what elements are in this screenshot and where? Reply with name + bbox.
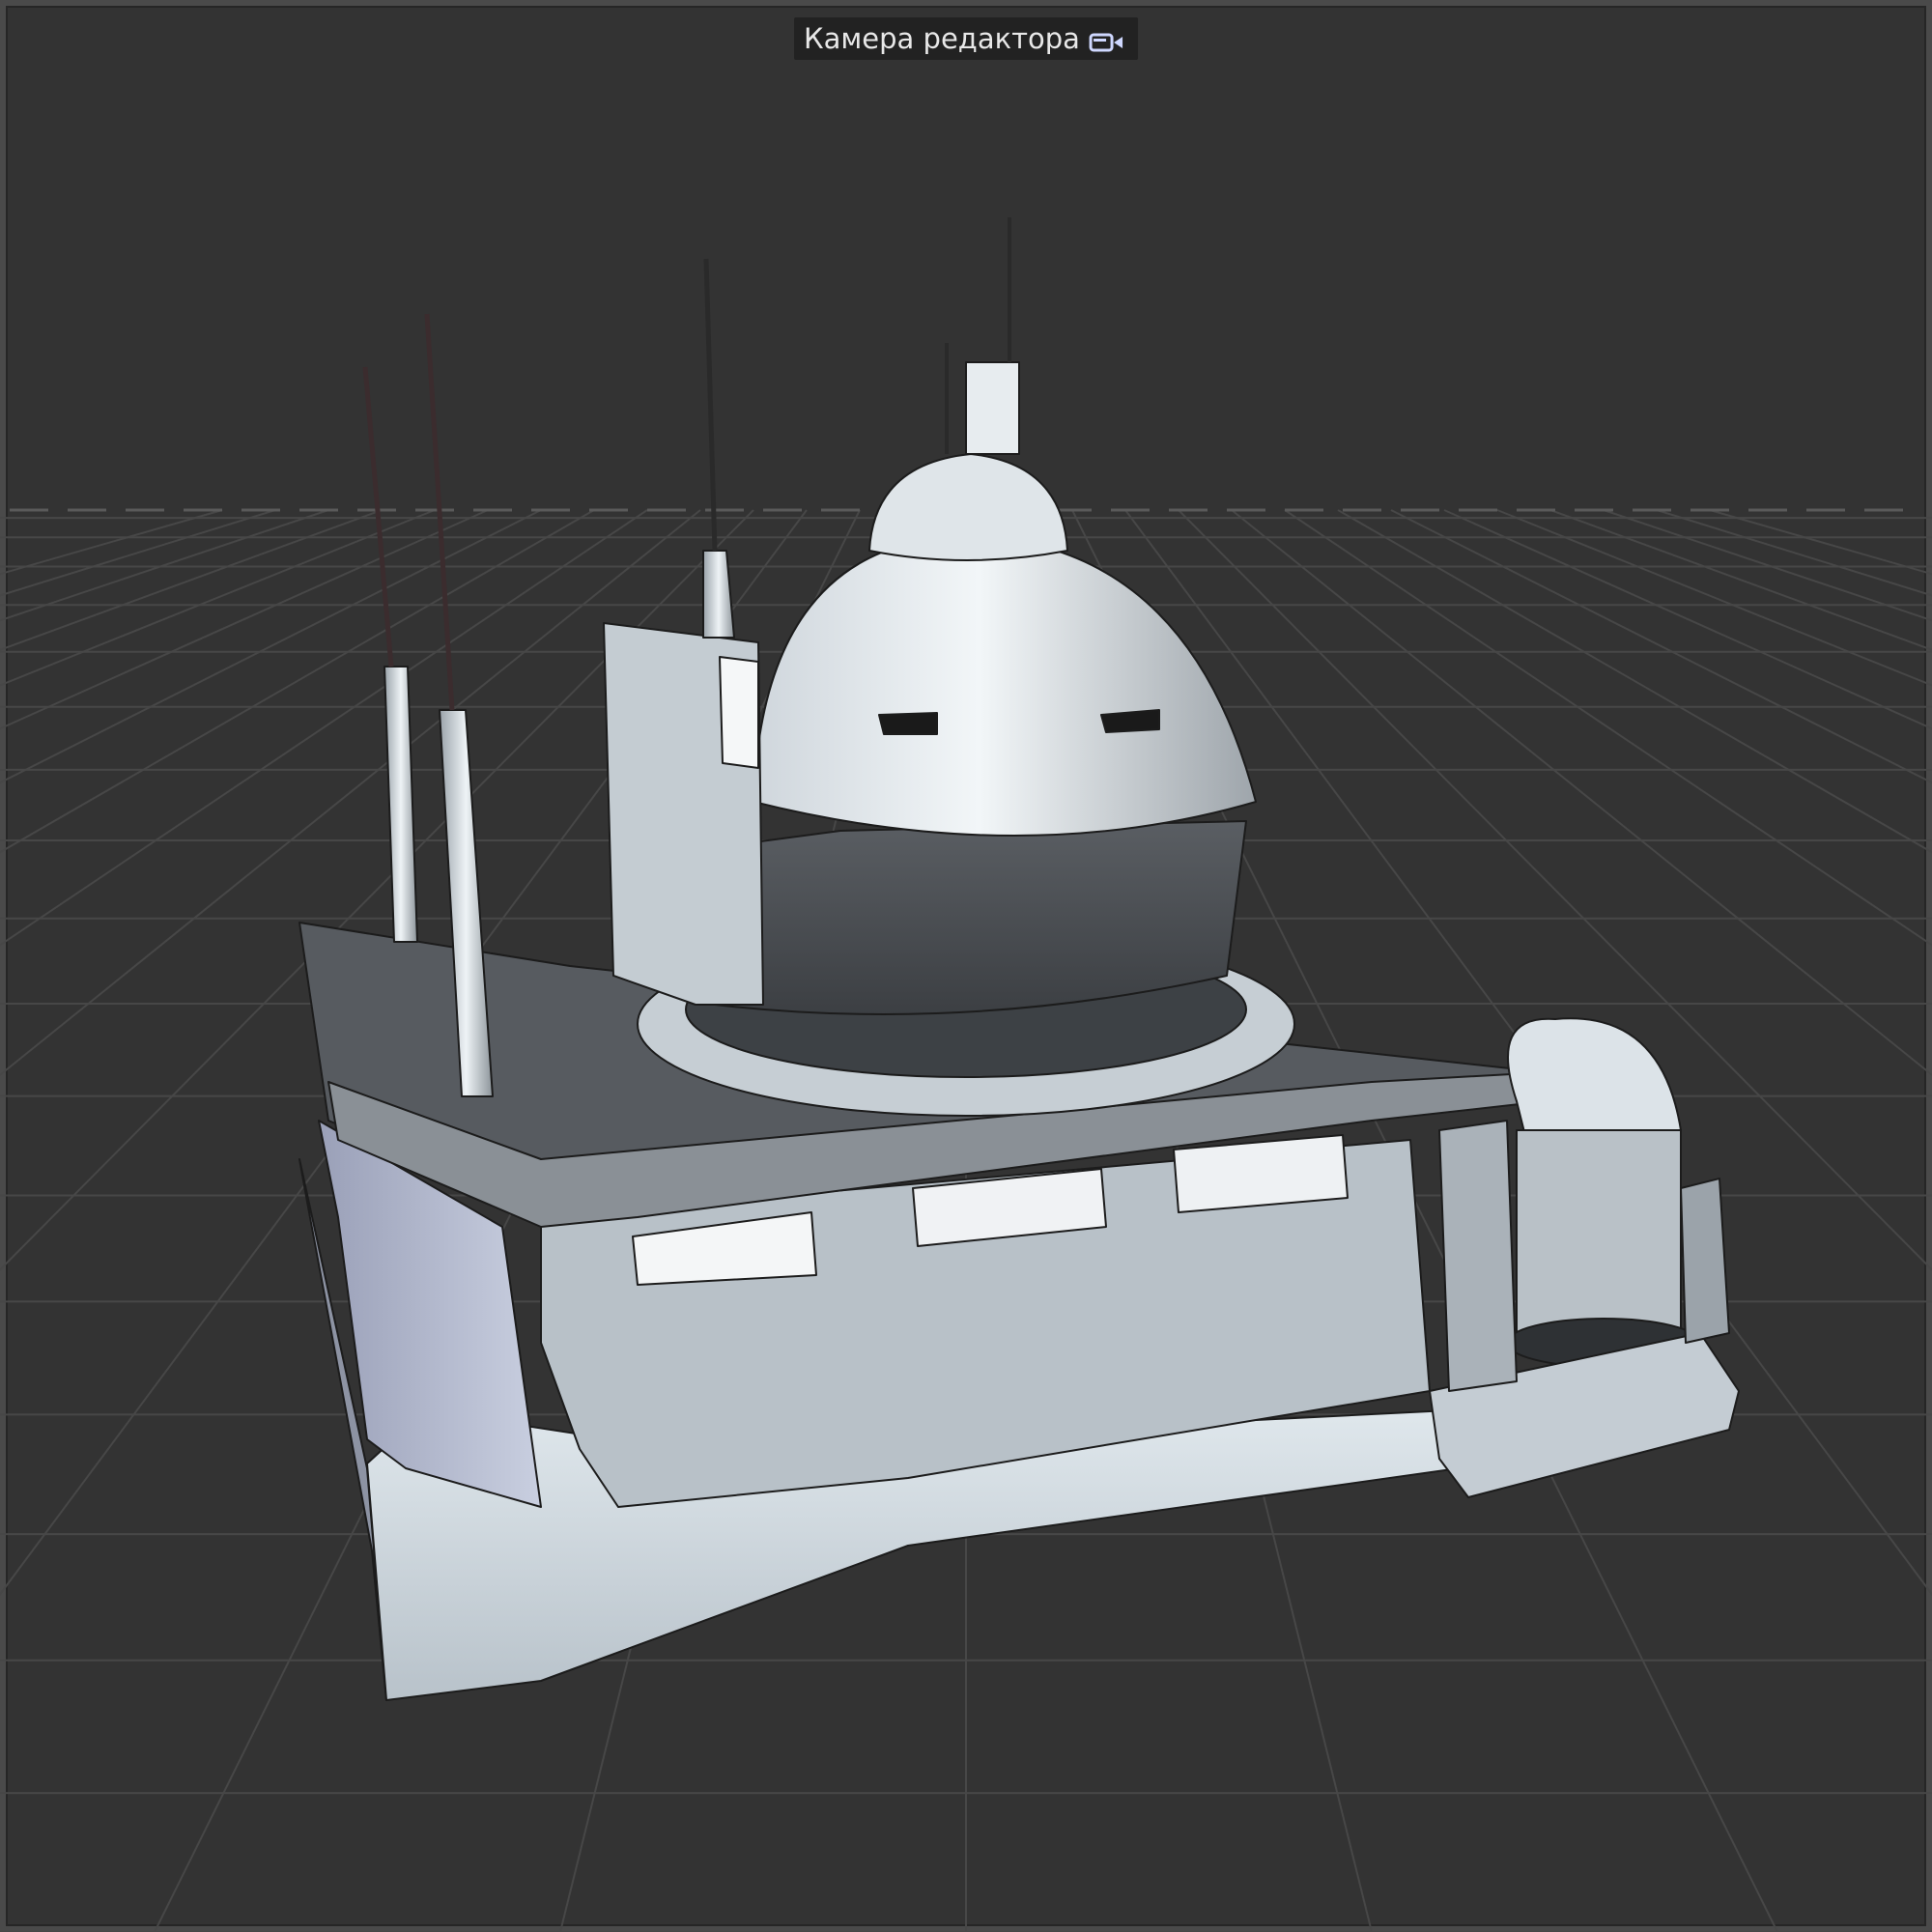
grid-line [0,509,276,597]
dome-antenna-base [965,361,1020,455]
dome-cap [868,453,1068,561]
grid-line [0,509,595,854]
camera-icon[interactable] [1088,25,1126,52]
dome-slot-left [878,712,938,735]
grid-line [1709,509,1932,576]
editor-camera-label[interactable]: Камера редактора [794,17,1138,60]
camera-label-text: Камера редактора [804,22,1080,55]
main-dome [753,535,1257,837]
small-dome [1507,1017,1682,1141]
antenna-1 [384,666,418,943]
dome-slot-right [1100,709,1160,733]
window-3 [1173,1134,1349,1213]
right-pillar [1438,1120,1518,1392]
editor-viewport[interactable]: Камера редактора [0,0,1932,1932]
antenna-3-tip [703,258,718,552]
scene-render[interactable] [0,0,1932,1932]
right-fin [1680,1178,1730,1344]
grid-line [0,509,383,651]
antenna-1-tip [362,366,394,668]
building-model[interactable] [298,217,1740,1701]
antenna-3 [702,550,735,639]
side-tower-window [719,656,759,769]
grid-line [0,509,223,576]
small-dome-cylinder [1516,1129,1682,1344]
dome-lower-band [695,820,1247,1015]
